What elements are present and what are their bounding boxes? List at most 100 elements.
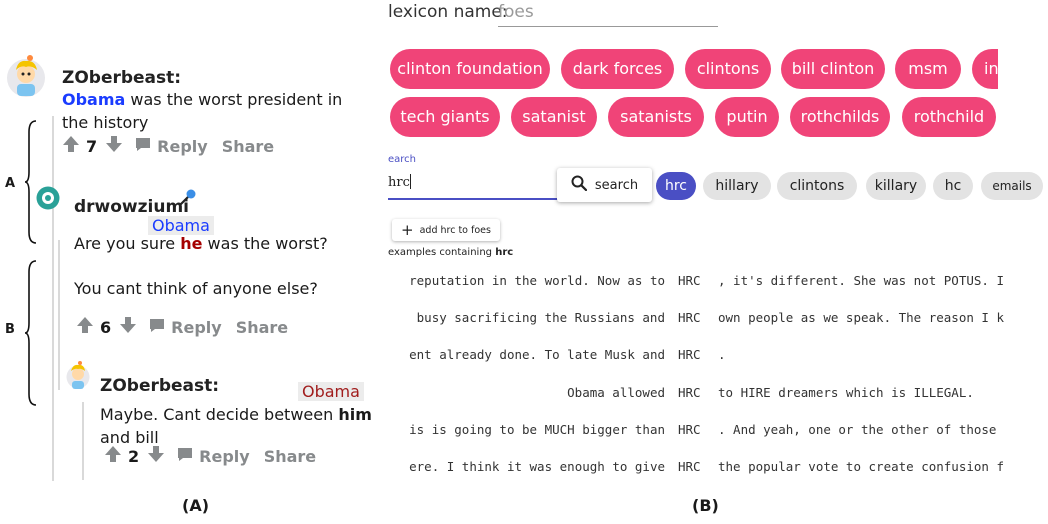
upvote-icon[interactable]	[104, 445, 122, 467]
lexicon-chip[interactable]: putin	[715, 97, 779, 137]
avatar[interactable]	[66, 360, 90, 392]
comment-icon	[149, 318, 165, 337]
comment-3-bold: him	[338, 405, 372, 424]
kwic-keyword: HRC	[678, 310, 701, 325]
search-input[interactable]: hrc	[388, 170, 560, 200]
comment-3-username[interactable]: ZOberbeast:	[100, 376, 219, 396]
kwic-left-context: is is going to be MUCH bigger than	[409, 422, 665, 437]
upvote-icon[interactable]	[76, 316, 94, 338]
downvote-icon[interactable]	[147, 445, 165, 467]
lexicon-chip[interactable]: in	[972, 49, 998, 89]
share-button[interactable]: Share	[236, 318, 288, 337]
lexicon-chip[interactable]: tech giants	[390, 97, 500, 137]
suggestion-chip[interactable]: killary	[866, 172, 926, 200]
kwic-left-context: reputation in the world. Now as to	[409, 273, 665, 288]
kwic-right-context: to HIRE dreamers which is ILLEGAL.	[718, 385, 974, 400]
comment-2-bold: he	[180, 234, 203, 253]
kwic-right-context: the popular vote to create confusion f	[718, 459, 1004, 474]
add-to-lexicon-button[interactable]: + add hrc to foes	[392, 219, 500, 241]
avatar[interactable]	[6, 54, 46, 100]
reply-button[interactable]: Reply	[149, 318, 222, 337]
lexicon-chip[interactable]: msm	[895, 49, 961, 89]
lexicon-chip[interactable]: clintons	[685, 49, 771, 89]
bracket-b-label: B	[5, 322, 15, 337]
comment-icon	[177, 447, 193, 466]
share-button[interactable]: Share	[222, 137, 274, 156]
avatar[interactable]	[36, 186, 60, 210]
reply-label: Reply	[157, 136, 208, 156]
bracket-b	[24, 260, 38, 406]
kwic-right-context: , it's different. She was not POTUS. I	[718, 273, 1004, 288]
comment-3-pre: Maybe. Cant decide between	[100, 405, 339, 424]
comment-icon	[135, 137, 151, 156]
suggestion-chip[interactable]: emails	[981, 172, 1043, 200]
suggestion-chip-selected[interactable]: hrc	[656, 172, 696, 200]
bracket-a-label: A	[5, 176, 16, 191]
kwic-left-context: ere. I think it was enough to give	[409, 459, 665, 474]
reply-button[interactable]: Reply	[135, 137, 208, 156]
comment-1-bold: Obama	[62, 90, 126, 109]
downvote-icon[interactable]	[105, 135, 123, 157]
bracket-a	[24, 120, 38, 244]
microphone-icon	[177, 188, 197, 212]
suggestion-chip[interactable]: clintons	[777, 172, 857, 200]
kwic-keyword: HRC	[678, 459, 701, 474]
search-button[interactable]: search	[557, 168, 652, 202]
vote-count: 6	[100, 317, 112, 337]
kwic-left-context: busy sacrificing the Russians and	[416, 310, 665, 325]
lexicon-name-input[interactable]: foes	[498, 0, 718, 27]
reply-label: Reply	[199, 446, 250, 466]
upvote-icon[interactable]	[62, 135, 80, 157]
lexicon-chip[interactable]: clinton foundation	[390, 49, 550, 89]
kwic-right-context: . And yeah, one or the other of those	[718, 422, 997, 437]
examples-label-text: examples containing	[388, 247, 496, 258]
kwic-left-context: ent already done. To late Musk and	[409, 347, 665, 362]
add-button-label: add hrc to foes	[419, 224, 491, 236]
comment-2-username[interactable]: drwowziumi	[74, 197, 189, 217]
coreference-annotation: Obama	[298, 382, 364, 401]
comment-1-votebar: 7 Reply Share	[62, 135, 274, 157]
kwic-right-context: own people as we speak. The reason I k	[718, 310, 1004, 325]
comment-2-pre: Are you sure	[74, 234, 181, 253]
comment-3-text: Maybe. Cant decide between him and bill	[100, 403, 382, 449]
lexicon-name-label: lexicon name:	[388, 2, 508, 22]
lexicon-chip[interactable]: dark forces	[561, 49, 674, 89]
kwic-right-context: .	[718, 347, 726, 362]
reply-label: Reply	[171, 317, 222, 337]
suggestion-chip[interactable]: hc	[933, 172, 973, 200]
comment-2-post: was the worst?	[202, 234, 328, 253]
lexicon-chip[interactable]: rothchilds	[790, 97, 890, 137]
comment-1-username[interactable]: ZOberbeast:	[62, 68, 181, 88]
search-label: earch	[388, 154, 417, 165]
kwic-keyword: HRC	[678, 273, 701, 288]
suggestion-chip[interactable]: hillary	[703, 172, 771, 200]
lexicon-chip[interactable]: satanist	[511, 97, 597, 137]
thread-line-3[interactable]	[82, 402, 84, 480]
plus-icon: +	[401, 220, 414, 239]
panel-b-caption: (B)	[692, 496, 719, 515]
kwic-keyword: HRC	[678, 385, 701, 400]
lexicon-chip[interactable]: bill clinton	[781, 49, 885, 89]
examples-label: examples containing hrc	[388, 247, 513, 258]
lexicon-chip[interactable]: rothchild	[902, 97, 996, 137]
kwic-keyword: HRC	[678, 422, 701, 437]
examples-term: hrc	[495, 247, 514, 258]
comment-1-text: Obama was the worst president in the his…	[62, 88, 362, 134]
kwic-left-context: Obama allowed	[567, 385, 665, 400]
lexicon-chip[interactable]: satanists	[608, 97, 704, 137]
thread-line-2[interactable]	[58, 240, 60, 390]
text-cursor	[409, 174, 411, 189]
share-button[interactable]: Share	[264, 447, 316, 466]
panel-a-caption: (A)	[182, 496, 210, 515]
thread-line-1[interactable]	[52, 116, 54, 481]
vote-count: 7	[86, 136, 98, 156]
reply-button[interactable]: Reply	[177, 447, 250, 466]
downvote-icon[interactable]	[119, 316, 137, 338]
search-value: hrc	[388, 175, 410, 190]
kwic-keyword: HRC	[678, 347, 701, 362]
vote-count: 2	[128, 446, 140, 466]
comment-2-text-2: You cant think of anyone else?	[74, 279, 318, 298]
search-button-label: search	[594, 177, 639, 193]
comment-3-votebar: 2 Reply Share	[104, 445, 316, 467]
search-icon	[571, 175, 588, 195]
